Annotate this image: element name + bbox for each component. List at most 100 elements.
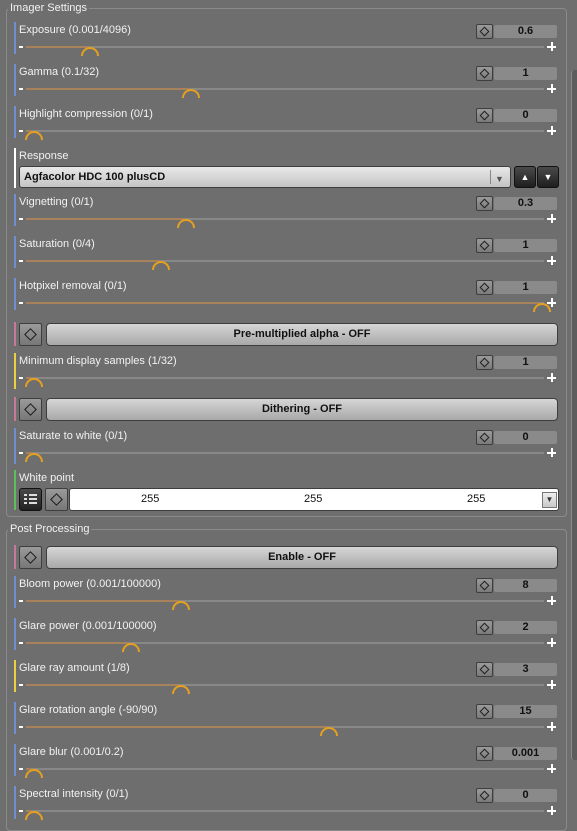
gamma-reset-button[interactable] xyxy=(476,66,493,81)
bloom-power-value[interactable]: 8 xyxy=(494,579,557,592)
post-processing-enable-toggle[interactable]: Enable - OFF xyxy=(46,546,558,569)
combo-divider xyxy=(490,170,491,184)
scrollbar[interactable] xyxy=(571,70,577,760)
glare-power-value[interactable]: 2 xyxy=(494,621,557,634)
hotpixel-removal-slider[interactable] xyxy=(26,302,544,304)
minus-icon[interactable] xyxy=(19,302,23,304)
gamma-value[interactable]: 1 xyxy=(494,67,557,80)
glare-power-reset-button[interactable] xyxy=(476,620,493,635)
hotpixel-removal-value[interactable]: 1 xyxy=(494,281,557,294)
white-point-green[interactable]: 255 xyxy=(304,493,322,506)
row-stripe xyxy=(14,702,16,734)
premultiplied-alpha-reset-button[interactable] xyxy=(19,323,42,346)
min-display-samples-value[interactable]: 1 xyxy=(494,356,557,369)
min-display-samples-slider[interactable] xyxy=(26,377,544,379)
row-stripe xyxy=(14,786,16,819)
highlight-compression-reset-button[interactable] xyxy=(476,108,493,123)
dropdown-arrow-icon[interactable]: ▼ xyxy=(542,492,557,508)
minus-icon[interactable] xyxy=(19,684,23,686)
dithering-reset-button[interactable] xyxy=(19,398,42,421)
glare-blur-value[interactable]: 0.001 xyxy=(494,747,557,760)
plus-icon[interactable] xyxy=(547,214,556,223)
exposure-value[interactable]: 0.6 xyxy=(494,25,557,38)
arrow-down-icon[interactable]: ▼ xyxy=(537,166,559,188)
minus-icon[interactable] xyxy=(19,600,23,602)
spectral-intensity-reset-button[interactable] xyxy=(476,788,493,803)
glare-ray-amount-slider[interactable] xyxy=(26,684,544,686)
saturation-slider[interactable] xyxy=(26,260,544,262)
glare-blur-reset-button[interactable] xyxy=(476,746,493,761)
minus-icon[interactable] xyxy=(19,726,23,728)
white-point-blue[interactable]: 255 xyxy=(467,493,485,506)
minus-icon[interactable] xyxy=(19,130,23,132)
min-display-samples-reset-button[interactable] xyxy=(476,355,493,370)
plus-icon[interactable] xyxy=(547,126,556,135)
saturate-to-white-value[interactable]: 0 xyxy=(494,431,557,444)
glare-blur-slider[interactable] xyxy=(26,768,544,770)
plus-icon[interactable] xyxy=(547,84,556,93)
row-stripe xyxy=(14,353,16,389)
vignetting-reset-button[interactable] xyxy=(476,196,493,211)
glare-ray-amount-value[interactable]: 3 xyxy=(494,663,557,676)
minus-icon[interactable] xyxy=(19,377,23,379)
plus-icon[interactable] xyxy=(547,806,556,815)
minus-icon[interactable] xyxy=(19,810,23,812)
highlight-compression-value[interactable]: 0 xyxy=(494,109,557,122)
minus-icon[interactable] xyxy=(19,88,23,90)
dropdown-arrow-icon[interactable]: ▼ xyxy=(495,169,504,189)
vignetting-value[interactable]: 0.3 xyxy=(494,197,557,210)
response-dropdown[interactable]: Agfacolor HDC 100 plusCD ▼ xyxy=(19,166,511,188)
plus-icon[interactable] xyxy=(547,256,556,265)
minus-icon[interactable] xyxy=(19,46,23,48)
saturate-to-white-slider[interactable] xyxy=(26,452,544,454)
plus-icon[interactable] xyxy=(547,596,556,605)
premultiplied-alpha-toggle[interactable]: Pre-multiplied alpha - OFF xyxy=(46,323,558,346)
plus-icon[interactable] xyxy=(547,298,556,307)
spectral-intensity-value[interactable]: 0 xyxy=(494,789,557,802)
post-processing-panel xyxy=(6,529,567,831)
plus-icon[interactable] xyxy=(547,722,556,731)
enable-reset-button[interactable] xyxy=(19,546,42,569)
dithering-toggle[interactable]: Dithering - OFF xyxy=(46,398,558,421)
white-point-reset-button[interactable] xyxy=(45,488,68,511)
glare-blur-label: Glare blur (0.001/0.2) xyxy=(19,746,124,758)
bloom-power-reset-button[interactable] xyxy=(476,578,493,593)
list-icon[interactable] xyxy=(19,488,42,511)
white-point-field[interactable]: 255 255 255 ▼ xyxy=(69,488,559,511)
saturation-reset-button[interactable] xyxy=(476,238,493,253)
plus-icon[interactable] xyxy=(547,764,556,773)
plus-icon[interactable] xyxy=(547,448,556,457)
minus-icon[interactable] xyxy=(19,452,23,454)
vignetting-slider[interactable] xyxy=(26,218,544,220)
minus-icon[interactable] xyxy=(19,218,23,220)
minus-icon[interactable] xyxy=(19,260,23,262)
white-point-red[interactable]: 255 xyxy=(141,493,159,506)
exposure-reset-button[interactable] xyxy=(476,24,493,39)
plus-icon[interactable] xyxy=(547,373,556,382)
arrow-up-icon[interactable]: ▲ xyxy=(514,166,536,188)
plus-icon[interactable] xyxy=(547,42,556,51)
response-selected-value: Agfacolor HDC 100 plusCD xyxy=(24,171,166,183)
min-display-samples-label: Minimum display samples (1/32) xyxy=(19,355,177,367)
highlight-compression-slider[interactable] xyxy=(26,130,544,132)
glare-rotation-angle-value[interactable]: 15 xyxy=(494,705,557,718)
exposure-slider[interactable] xyxy=(26,46,544,48)
response-label: Response xyxy=(19,150,69,162)
glare-power-slider-handle[interactable] xyxy=(121,643,140,652)
hotpixel-removal-reset-button[interactable] xyxy=(476,280,493,295)
saturation-value[interactable]: 1 xyxy=(494,239,557,252)
glare-rotation-angle-reset-button[interactable] xyxy=(476,704,493,719)
minus-icon[interactable] xyxy=(19,642,23,644)
minus-icon[interactable] xyxy=(19,768,23,770)
glare-rotation-angle-slider[interactable] xyxy=(26,726,544,728)
white-point-label: White point xyxy=(19,472,75,484)
saturate-to-white-reset-button[interactable] xyxy=(476,430,493,445)
gamma-slider[interactable] xyxy=(26,88,544,90)
glare-ray-amount-reset-button[interactable] xyxy=(476,662,493,677)
glare-power-slider[interactable] xyxy=(26,642,544,644)
spectral-intensity-slider[interactable] xyxy=(26,810,544,812)
bloom-power-slider[interactable] xyxy=(26,600,544,602)
glare-rotation-angle-slider-handle[interactable] xyxy=(319,727,338,736)
plus-icon[interactable] xyxy=(547,680,556,689)
plus-icon[interactable] xyxy=(547,638,556,647)
